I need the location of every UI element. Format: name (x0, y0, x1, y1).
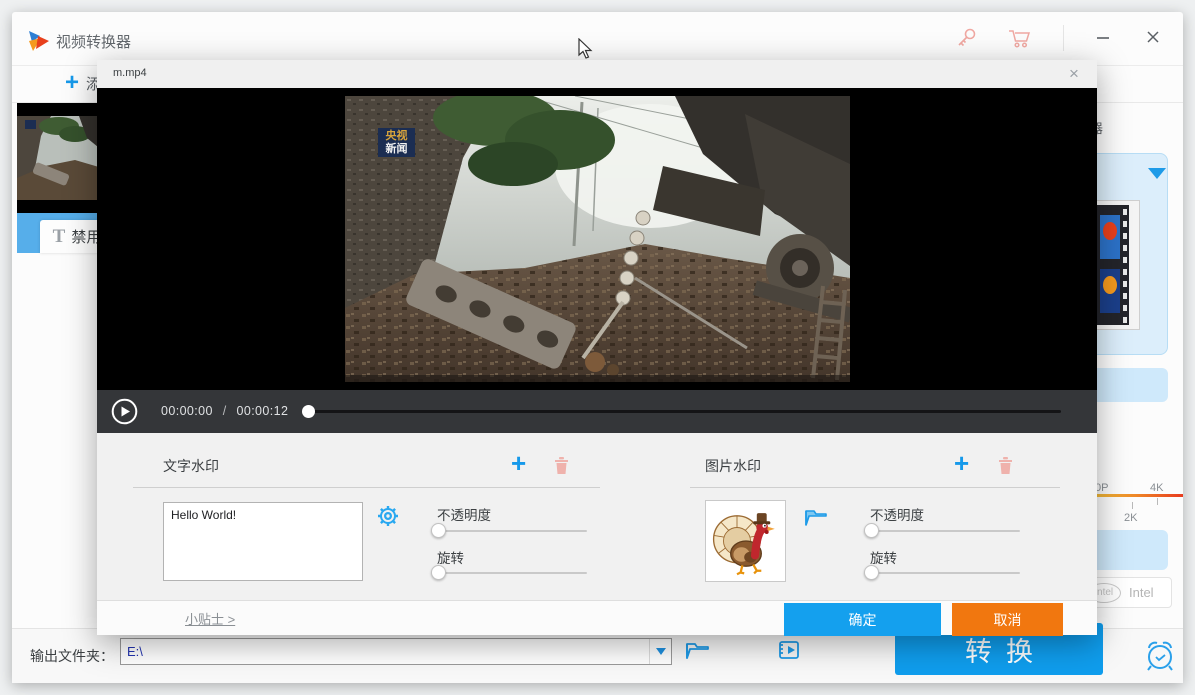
video-preview-area: 央视 新闻 (97, 88, 1097, 390)
watermark-text-input[interactable]: Hello World! (163, 502, 363, 581)
time-display: 00:00:00 / 00:00:12 (161, 404, 288, 418)
add-text-watermark-button[interactable]: + (511, 452, 526, 474)
badge-line2: 新闻 (386, 143, 408, 156)
watermark-image-preview[interactable] (705, 500, 786, 582)
app-title: 视频转换器 (56, 31, 131, 52)
resolution-label-2k: 2K (1124, 512, 1137, 524)
seek-bar[interactable] (307, 410, 1061, 413)
text-opacity-slider[interactable] (437, 530, 587, 532)
output-folder-label: 输出文件夹： (30, 646, 114, 666)
watermark-dialog: m.mp4 × (97, 60, 1097, 635)
schedule-alarm-icon[interactable] (1140, 636, 1180, 674)
resolution-tick-4k (1157, 498, 1158, 505)
play-button[interactable] (111, 398, 138, 425)
resolution-label-left: 0P (1095, 482, 1108, 494)
text-rotate-knob[interactable] (431, 565, 446, 580)
seek-knob[interactable] (302, 405, 315, 418)
shopping-cart-icon[interactable] (1006, 25, 1032, 51)
add-files-button[interactable]: + 添 (65, 71, 101, 95)
chevron-down-icon[interactable] (1148, 168, 1166, 179)
minimize-button[interactable] (1088, 22, 1118, 52)
browse-image-folder-icon[interactable] (803, 506, 830, 530)
output-folder-value: E:\ (121, 644, 649, 659)
plus-icon: + (65, 72, 79, 94)
cctv-news-watermark-badge: 央视 新闻 (378, 128, 415, 157)
close-button[interactable] (1138, 22, 1168, 52)
text-settings-gear-icon[interactable] (376, 504, 400, 528)
app-logo-icon (26, 28, 52, 54)
cancel-button[interactable]: 取消 (952, 603, 1063, 636)
resolution-slider[interactable] (1085, 494, 1183, 497)
add-image-watermark-button[interactable]: + (954, 452, 969, 474)
dialog-footer: 小贴士 > 确定 取消 (97, 600, 1097, 635)
intel-label: Intel (1129, 585, 1154, 600)
mouse-cursor (578, 38, 594, 60)
resolution-tick-2k (1132, 502, 1133, 509)
browse-folder-icon[interactable] (684, 637, 712, 663)
dialog-title: m.mp4 (113, 67, 147, 79)
image-opacity-slider[interactable] (870, 530, 1020, 532)
player-bar: 00:00:00 / 00:00:12 (97, 390, 1097, 433)
open-output-video-icon[interactable] (776, 637, 802, 663)
image-opacity-knob[interactable] (864, 523, 879, 538)
dialog-header: m.mp4 × (97, 60, 1097, 88)
delete-image-watermark-icon[interactable] (996, 455, 1015, 475)
titlebar-separator (1063, 25, 1064, 51)
delete-text-watermark-icon[interactable] (552, 455, 571, 475)
resolution-label-4k: 4K (1150, 482, 1163, 494)
text-section-divider (133, 487, 600, 488)
register-key-icon[interactable] (954, 25, 980, 51)
dialog-close-icon[interactable]: × (1063, 63, 1085, 85)
chevron-down-icon (656, 648, 666, 655)
tips-link[interactable]: 小贴士 > (185, 609, 235, 628)
combobox-dropdown-zone[interactable] (649, 639, 671, 664)
time-separator: / (223, 404, 227, 418)
image-rotate-label: 旋转 (870, 547, 897, 567)
text-watermark-title: 文字水印 (163, 456, 219, 476)
video-preview (345, 96, 850, 382)
image-rotate-slider[interactable] (870, 572, 1020, 574)
image-section-divider (690, 487, 1060, 488)
image-rotate-knob[interactable] (864, 565, 879, 580)
time-current: 00:00:00 (161, 404, 213, 418)
ok-button[interactable]: 确定 (784, 603, 941, 636)
text-rotate-label: 旋转 (437, 547, 464, 567)
image-opacity-label: 不透明度 (870, 504, 924, 524)
text-t-icon: T (53, 226, 66, 248)
bottom-bar: 输出文件夹： E:\ 转换 (12, 628, 1183, 683)
text-opacity-label: 不透明度 (437, 504, 491, 524)
text-rotate-slider[interactable] (437, 572, 587, 574)
turkey-image (710, 505, 782, 577)
video-list-thumbnail[interactable] (17, 103, 109, 213)
badge-line1: 央视 (386, 130, 408, 143)
text-opacity-knob[interactable] (431, 523, 446, 538)
image-watermark-title: 图片水印 (705, 456, 761, 476)
thumbnail-image (17, 116, 109, 200)
time-duration: 00:00:12 (236, 404, 288, 418)
output-folder-combobox[interactable]: E:\ (120, 638, 672, 665)
